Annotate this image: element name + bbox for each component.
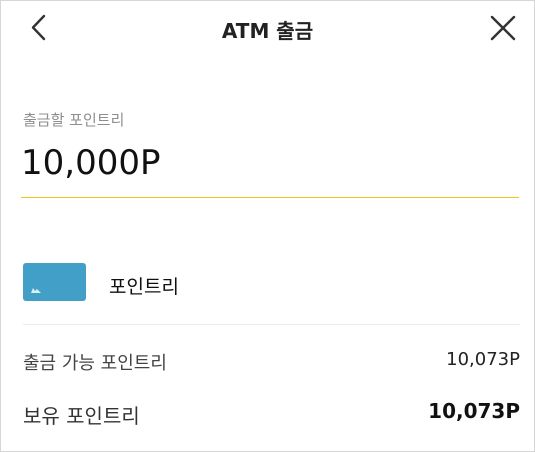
account-name: 포인트리 [109,276,179,298]
card-icon [23,263,86,301]
owned-points-label: 보유 포인트리 [23,404,140,428]
header: ATM 출금 [1,1,534,57]
close-button[interactable] [488,13,518,43]
owned-points-value: 10,073P [428,399,520,423]
atm-withdraw-screen: ATM 출금 출금할 포인트리 포인트리 출금 가능 포인트리 10,073P … [0,0,535,452]
divider [23,324,520,325]
page-title: ATM 출금 [221,19,314,43]
available-points-label: 출금 가능 포인트리 [23,353,167,374]
amount-input[interactable] [21,138,519,198]
account-selector[interactable]: 포인트리 [23,263,520,303]
available-points-value: 10,073P [446,349,520,370]
card-logo-mark [31,288,41,293]
close-icon [490,15,516,41]
amount-label: 출금할 포인트리 [23,111,125,129]
